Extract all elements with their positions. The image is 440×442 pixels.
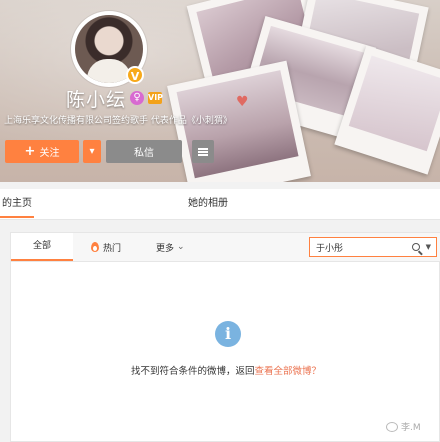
follow-dropdown-button[interactable]: ▾: [83, 140, 101, 163]
empty-state-message: 找不到符合条件的微博，返回查看全部微博？: [11, 363, 440, 377]
caret-down-icon: ▾: [89, 146, 95, 157]
message-button[interactable]: 私信: [106, 140, 182, 163]
plus-icon: +: [24, 143, 36, 159]
watermark-text: 李.M: [401, 423, 421, 433]
follow-button[interactable]: + 关注: [5, 140, 79, 163]
search-input-value[interactable]: 于小彤: [310, 241, 412, 254]
tab-home[interactable]: 的主页: [0, 189, 34, 218]
info-icon: i: [215, 321, 241, 347]
more-menu-button[interactable]: [192, 140, 214, 163]
profile-name-row: 陈小纭 ♀ VIP: [66, 86, 163, 111]
heart-icon: ♥: [236, 94, 249, 110]
profile-cover: ♥ V 陈小纭 ♀ VIP 上海乐享文化传播有限公司签约歌手 代表作品《小刺猬》…: [0, 0, 440, 182]
verified-badge-icon: V: [126, 66, 144, 84]
chevron-down-icon: ⌄: [177, 242, 185, 252]
search-icon[interactable]: [411, 243, 420, 251]
menu-icon: [198, 147, 208, 156]
filter-hot-tab[interactable]: 热门: [91, 233, 121, 261]
fire-icon: [91, 242, 99, 252]
filter-all-tab[interactable]: 全部: [11, 233, 73, 261]
feed-card: 全部 热门 更多 ⌄ 于小彤 ▼ i 找不到符合条件的微博，返回查看全部微博？: [10, 232, 440, 442]
watermark: 李.M: [386, 420, 421, 433]
vip-icon[interactable]: VIP: [148, 92, 163, 104]
feed-search-input[interactable]: 于小彤 ▼: [309, 237, 437, 257]
caret-down-icon[interactable]: ▼: [426, 243, 431, 251]
profile-name: 陈小纭: [66, 88, 127, 111]
profile-tabbar: 的主页 她的相册: [0, 189, 440, 220]
weibo-logo-icon: [386, 421, 398, 432]
filter-hot-label: 热门: [103, 243, 122, 254]
feed-filter-bar: 全部 热门 更多 ⌄ 于小彤 ▼: [11, 233, 440, 262]
follow-label: 关注: [39, 148, 60, 159]
empty-state-text: 找不到符合条件的微博，返回: [130, 366, 255, 377]
verification-text: 上海乐享文化传播有限公司签约歌手 代表作品《小刺猬》: [4, 116, 232, 126]
message-label: 私信: [134, 148, 154, 159]
filter-more-label: 更多: [156, 243, 175, 254]
female-icon: ♀: [130, 91, 145, 105]
filter-more-tab[interactable]: 更多 ⌄: [156, 233, 185, 261]
tab-album[interactable]: 她的相册: [188, 189, 228, 219]
view-all-weibo-link[interactable]: 查看全部微博？: [255, 366, 322, 377]
